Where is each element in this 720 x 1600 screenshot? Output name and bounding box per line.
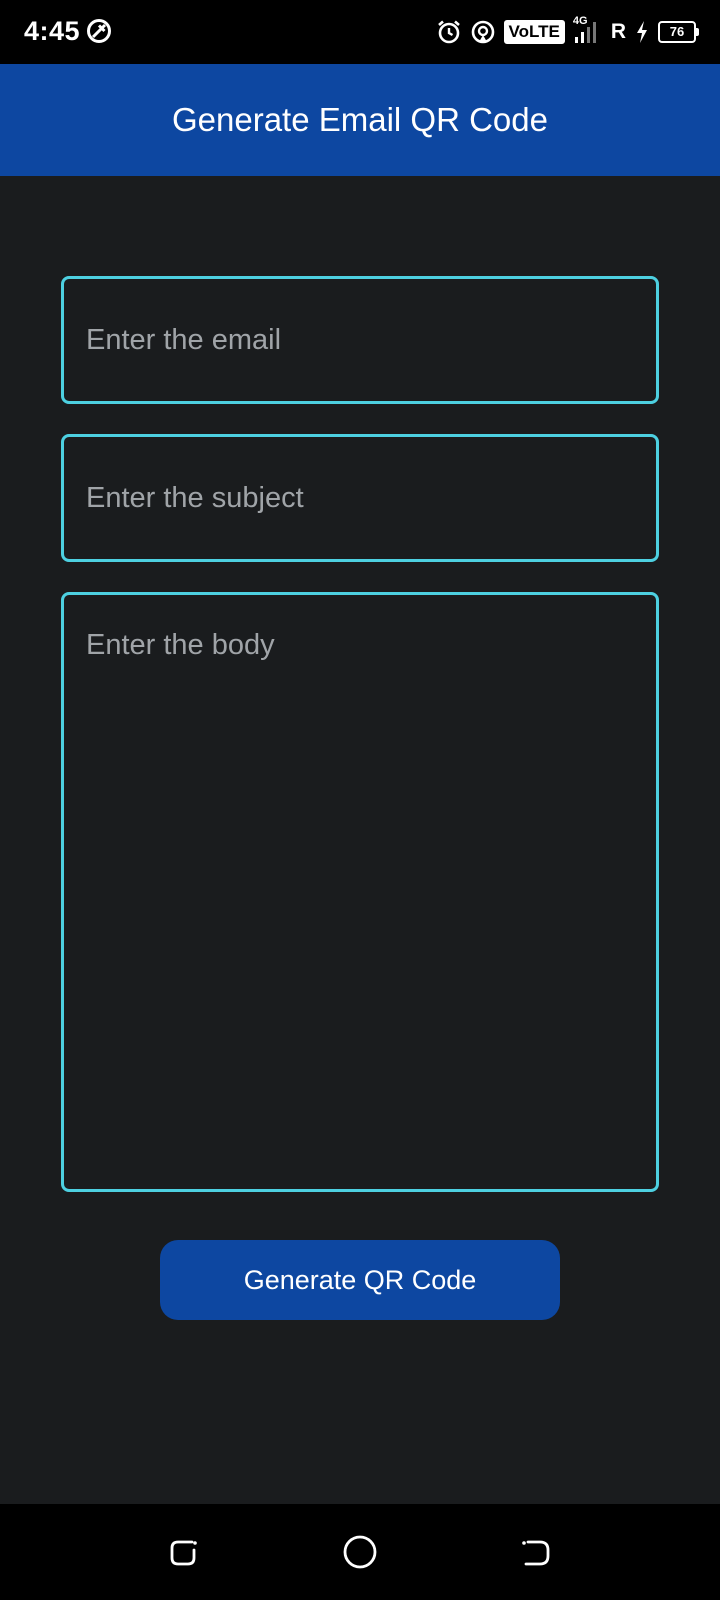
navigation-bar xyxy=(0,1504,720,1600)
subject-input[interactable] xyxy=(61,434,659,562)
home-icon[interactable] xyxy=(340,1532,380,1572)
signal-icon xyxy=(574,22,596,43)
email-input[interactable] xyxy=(61,276,659,404)
status-icons: VoLTE 4G R 76 xyxy=(436,15,699,48)
data-saver-icon xyxy=(87,19,111,43)
hotspot-icon xyxy=(471,20,494,44)
recents-icon[interactable] xyxy=(164,1532,204,1572)
app-bar: Generate Email QR Code xyxy=(0,64,720,176)
back-icon[interactable] xyxy=(516,1532,556,1572)
app-screen: 4:45 VoLTE 4G R 76 Generate Email QR Cod… xyxy=(0,0,720,1600)
signal-indicator: 4G xyxy=(573,15,603,45)
status-bar: 4:45 VoLTE 4G R 76 xyxy=(0,0,720,64)
status-time: 4:45 xyxy=(24,16,81,46)
volte-badge: VoLTE xyxy=(503,20,565,44)
roaming-indicator: R xyxy=(610,20,626,43)
battery-indicator: 76 xyxy=(658,21,699,43)
alarm-icon xyxy=(437,20,460,44)
charging-icon xyxy=(637,21,647,43)
body-input[interactable] xyxy=(61,592,659,1192)
page-title: Generate Email QR Code xyxy=(171,101,548,138)
generate-qr-button[interactable]: Generate QR Code xyxy=(160,1240,560,1320)
